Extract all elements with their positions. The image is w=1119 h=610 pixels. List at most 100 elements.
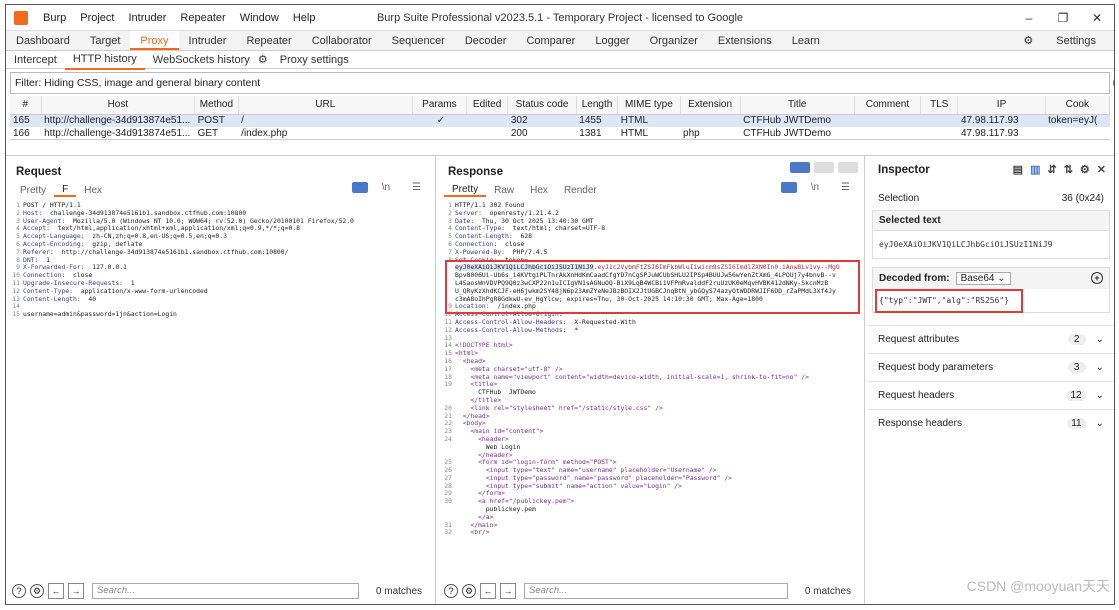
subtab-f[interactable]: F bbox=[54, 184, 77, 197]
filter-bar[interactable]: Filter: Hiding CSS, image and general bi… bbox=[10, 72, 1114, 94]
request-editor[interactable]: 1 POST / HTTP/1.1 2 Host: challenge-34d9138… bbox=[10, 202, 427, 578]
expand-icon[interactable]: ⇅ bbox=[1064, 163, 1073, 176]
prev-arrow-icon[interactable]: ← bbox=[48, 583, 64, 599]
help-icon[interactable]: ? bbox=[1113, 76, 1114, 90]
code-line: CTFHub JWTDemo bbox=[442, 389, 856, 397]
column-header[interactable]: URL bbox=[238, 96, 413, 115]
chevron-down-icon[interactable]: ⌄ bbox=[1096, 334, 1104, 345]
response-editor[interactable]: 1 HTTP/1.1 302 Found 2 Server: openresty/1.… bbox=[442, 202, 856, 578]
column-header[interactable]: Edited bbox=[466, 96, 509, 115]
minimize-icon[interactable]: – bbox=[1012, 5, 1046, 31]
maximize-icon[interactable]: ❐ bbox=[1046, 5, 1080, 31]
tab-learn[interactable]: Learn bbox=[782, 31, 830, 50]
chevron-down-icon[interactable]: ⌄ bbox=[1096, 418, 1104, 429]
watermark: CSDN @mooyuan天天 bbox=[966, 578, 1110, 594]
column-header[interactable]: Extension bbox=[680, 96, 741, 115]
tab-decoder[interactable]: Decoder bbox=[455, 31, 517, 50]
menu-item-burp[interactable]: Burp bbox=[36, 12, 73, 24]
column-header[interactable]: MIME type bbox=[617, 96, 681, 115]
menu-item-help[interactable]: Help bbox=[286, 12, 323, 24]
newline-toggle-icon[interactable]: \n bbox=[803, 182, 827, 193]
pretty-toggle-icon[interactable] bbox=[780, 182, 797, 193]
prev-arrow-icon[interactable]: ← bbox=[480, 583, 496, 599]
subtab-raw[interactable]: Raw bbox=[486, 185, 522, 196]
tab-target[interactable]: Target bbox=[80, 31, 131, 50]
line-number: 19 bbox=[444, 380, 452, 389]
request-search-input[interactable]: Search... bbox=[92, 583, 359, 599]
subtab-hex[interactable]: Hex bbox=[76, 185, 110, 196]
subtab-pretty[interactable]: Pretty bbox=[12, 185, 54, 196]
column-header[interactable]: Length bbox=[576, 96, 619, 115]
tab-proxy-settings[interactable]: Proxy settings bbox=[272, 51, 357, 69]
tab-sequencer[interactable]: Sequencer bbox=[382, 31, 455, 50]
pretty-toggle-icon[interactable] bbox=[351, 182, 368, 193]
add-icon[interactable]: + bbox=[1091, 272, 1103, 284]
response-tools: \n ☰ bbox=[780, 182, 858, 193]
tabs-layout-icon[interactable] bbox=[838, 162, 858, 173]
subtab-pretty[interactable]: Pretty bbox=[444, 184, 487, 197]
column-header[interactable]: Cook bbox=[1045, 96, 1110, 115]
column-header[interactable]: TLS bbox=[920, 96, 959, 115]
tab-comparer[interactable]: Comparer bbox=[516, 31, 585, 50]
column-view-icon[interactable]: ▥ bbox=[1030, 163, 1040, 176]
inspector-section-request-attributes[interactable]: Request attributes 2 ⌄ bbox=[868, 325, 1114, 353]
collapse-icon[interactable]: ⇵ bbox=[1047, 163, 1056, 176]
burp-window: Burp Project Intruder Repeater Window Help Bu… bbox=[5, 4, 1115, 605]
inspector-section-request-body-parameters[interactable]: Request body parameters 3 ⌄ bbox=[868, 353, 1114, 381]
tab-dashboard[interactable]: Dashboard bbox=[6, 31, 80, 50]
split-vertical-icon[interactable] bbox=[814, 162, 834, 173]
code-line: c3mA8oIhPgR8GdkwU-ev_HgYlcw; expires=Thu… bbox=[442, 296, 856, 304]
menu-item-project[interactable]: Project bbox=[73, 12, 121, 24]
gear-icon[interactable]: ⚙ bbox=[462, 584, 476, 598]
column-header[interactable]: IP bbox=[957, 96, 1046, 115]
close-icon[interactable]: ✕ bbox=[1097, 163, 1106, 176]
tab-websockets-history[interactable]: WebSockets history bbox=[145, 51, 258, 69]
tab-proxy[interactable]: Proxy bbox=[130, 31, 179, 50]
help-icon[interactable]: ? bbox=[444, 584, 458, 598]
tab-collaborator[interactable]: Collaborator bbox=[302, 31, 382, 50]
menu-icon[interactable]: ☰ bbox=[833, 182, 858, 193]
tab-organizer[interactable]: Organizer bbox=[640, 31, 708, 50]
menu-item-repeater[interactable]: Repeater bbox=[173, 12, 232, 24]
gear-icon[interactable]: ⚙ bbox=[30, 584, 44, 598]
newline-toggle-icon[interactable]: \n bbox=[374, 182, 398, 193]
next-arrow-icon[interactable]: → bbox=[500, 583, 516, 599]
column-header[interactable]: Status code bbox=[507, 96, 577, 115]
settings-button[interactable]: ⚙ Settings bbox=[1013, 31, 1106, 51]
next-arrow-icon[interactable]: → bbox=[68, 583, 84, 599]
tab-repeater[interactable]: Repeater bbox=[236, 31, 301, 50]
close-icon[interactable]: ✕ bbox=[1080, 5, 1114, 31]
table-cell: 200 bbox=[510, 128, 528, 139]
list-view-icon[interactable]: ▤ bbox=[1013, 163, 1023, 176]
gear-icon[interactable]: ⚙ bbox=[1080, 163, 1090, 176]
chevron-down-icon[interactable]: ⌄ bbox=[1096, 362, 1104, 373]
tab-intercept[interactable]: Intercept bbox=[6, 51, 65, 69]
menu-item-intruder[interactable]: Intruder bbox=[122, 12, 174, 24]
tab-http-history[interactable]: HTTP history bbox=[64, 50, 145, 70]
response-search-input[interactable]: Search... bbox=[524, 583, 788, 599]
decoder-select[interactable]: Base64 ⌄ bbox=[955, 272, 1011, 285]
tab-extensions[interactable]: Extensions bbox=[708, 31, 782, 50]
split-horizontal-icon[interactable] bbox=[790, 162, 810, 173]
menu-item-window[interactable]: Window bbox=[233, 12, 286, 24]
inspector-section-request-headers[interactable]: Request headers 12 ⌄ bbox=[868, 381, 1114, 409]
table-row[interactable]: 166 http://challenge-34d913874e51... GET/i… bbox=[10, 127, 1110, 139]
column-header[interactable]: # bbox=[10, 96, 42, 115]
subtab-render[interactable]: Render bbox=[556, 185, 605, 196]
subtab-hex[interactable]: Hex bbox=[522, 185, 556, 196]
column-header[interactable]: Title bbox=[740, 96, 855, 115]
selected-text-value[interactable]: eyJ0eXAiOiJKV1QiLCJhbGciOiJSUzI1NiJ9 bbox=[873, 231, 1109, 258]
column-header[interactable]: Method bbox=[194, 96, 239, 115]
table-row[interactable]: 165 http://challenge-34d913874e51... POST /… bbox=[10, 114, 1110, 127]
column-header[interactable]: Params bbox=[412, 96, 467, 115]
inspector-section-response-headers[interactable]: Response headers 11 ⌄ bbox=[868, 409, 1114, 437]
chevron-down-icon[interactable]: ⌄ bbox=[1096, 390, 1104, 401]
decoded-text[interactable]: {"typ":"JWT","alg":"RS256"} bbox=[879, 296, 1009, 305]
column-header[interactable]: Host bbox=[41, 96, 196, 115]
code-line: 28 <input type="submit" name="action" va… bbox=[442, 482, 856, 491]
help-icon[interactable]: ? bbox=[12, 584, 26, 598]
column-header[interactable]: Comment bbox=[854, 96, 922, 115]
menu-icon[interactable]: ☰ bbox=[404, 182, 429, 193]
tab-logger[interactable]: Logger bbox=[585, 31, 639, 50]
tab-intruder[interactable]: Intruder bbox=[179, 31, 237, 50]
